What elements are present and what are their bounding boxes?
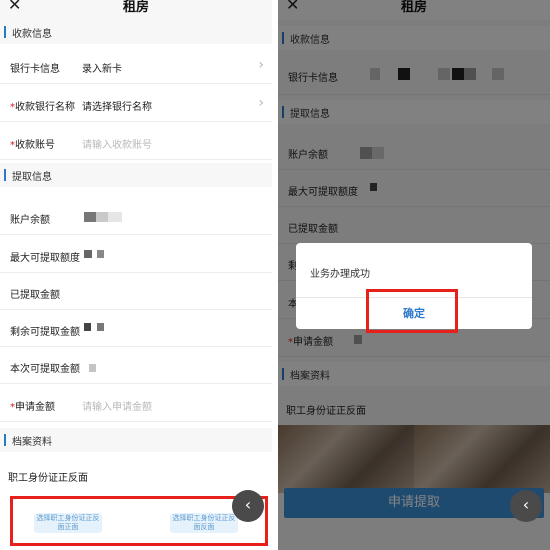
apply-amount-label: *申请金额 [10, 398, 55, 413]
section-accent-bar [4, 434, 6, 446]
remaining-row: 剩余可提取金额 [0, 310, 272, 347]
bank-name-label: *收款银行名称 [10, 98, 75, 113]
withdrawn-row: 已提取金额 [0, 273, 272, 310]
more-icon[interactable]: ··· [245, 0, 264, 10]
account-label-text: 收款账号 [15, 140, 55, 151]
bank-name-select[interactable]: 请选择银行名称 [82, 98, 152, 113]
left-panel: ✕ 租房 ··· 收款信息 银行卡信息 录入新卡 › *收款银行名称 请选择银行… [0, 0, 272, 550]
section-accent-bar [4, 26, 6, 38]
dialog-message: 业务办理成功 [310, 269, 370, 280]
section-accent-bar [4, 169, 6, 181]
bank-card-row[interactable]: 银行卡信息 录入新卡 › [0, 47, 272, 84]
section-archive: 档案资料 [0, 428, 272, 452]
id-card-label: 职工身份证正反面 [8, 473, 88, 484]
apply-amount-label-text: 申请金额 [15, 402, 55, 413]
back-icon[interactable]: ‹ [232, 490, 264, 522]
section-title: 档案资料 [12, 437, 52, 448]
masked-value [84, 250, 92, 258]
section-title: 收款信息 [12, 29, 52, 40]
masked-value [108, 212, 122, 222]
masked-value [97, 323, 104, 331]
right-panel: ✕ 租房 ··· 收款信息 银行卡信息 提取信息 账户余额 最大可提取额度 已提… [278, 0, 550, 550]
section-withdraw-info: 提取信息 [0, 163, 272, 187]
this-time-row: 本次可提取金额 [0, 347, 272, 384]
bank-name-row[interactable]: *收款银行名称 请选择银行名称 › [0, 85, 272, 122]
id-card-row: 职工身份证正反面 [0, 456, 272, 493]
bank-name-label-text: 收款银行名称 [15, 102, 75, 113]
account-row: *收款账号 请输入收款账号 [0, 123, 272, 160]
account-label: *收款账号 [10, 136, 55, 151]
page-title: 租房 [122, 0, 149, 15]
max-amount-row: 最大可提取额度 [0, 236, 272, 273]
masked-value [89, 364, 96, 372]
balance-row: 账户余额 [0, 198, 272, 235]
masked-value [84, 323, 91, 331]
max-amount-label: 最大可提取额度 [10, 253, 80, 264]
chevron-right-icon: › [258, 95, 264, 111]
remaining-label: 剩余可提取金额 [10, 327, 80, 338]
apply-amount-row: *申请金额 请输入申请金额 [0, 385, 272, 422]
this-time-label: 本次可提取金额 [10, 364, 80, 375]
balance-label: 账户余额 [10, 215, 50, 226]
top-bar: ✕ 租房 ··· [0, 0, 272, 20]
chevron-right-icon: › [258, 57, 264, 73]
back-icon[interactable]: ‹ [510, 490, 542, 522]
section-receive-info: 收款信息 [0, 20, 272, 44]
masked-value [84, 212, 96, 222]
masked-value [97, 250, 104, 258]
withdrawn-label: 已提取金额 [10, 290, 60, 301]
section-title: 提取信息 [12, 172, 52, 183]
highlight-box [366, 289, 458, 333]
masked-value [96, 212, 108, 222]
bank-card-value: 录入新卡 [82, 64, 122, 75]
account-input[interactable]: 请输入收款账号 [82, 136, 152, 151]
screenshot-stage: ✕ 租房 ··· 收款信息 银行卡信息 录入新卡 › *收款银行名称 请选择银行… [0, 0, 550, 550]
highlight-box [10, 496, 268, 546]
apply-amount-input[interactable]: 请输入申请金额 [82, 398, 152, 413]
bank-card-label: 银行卡信息 [10, 64, 60, 75]
